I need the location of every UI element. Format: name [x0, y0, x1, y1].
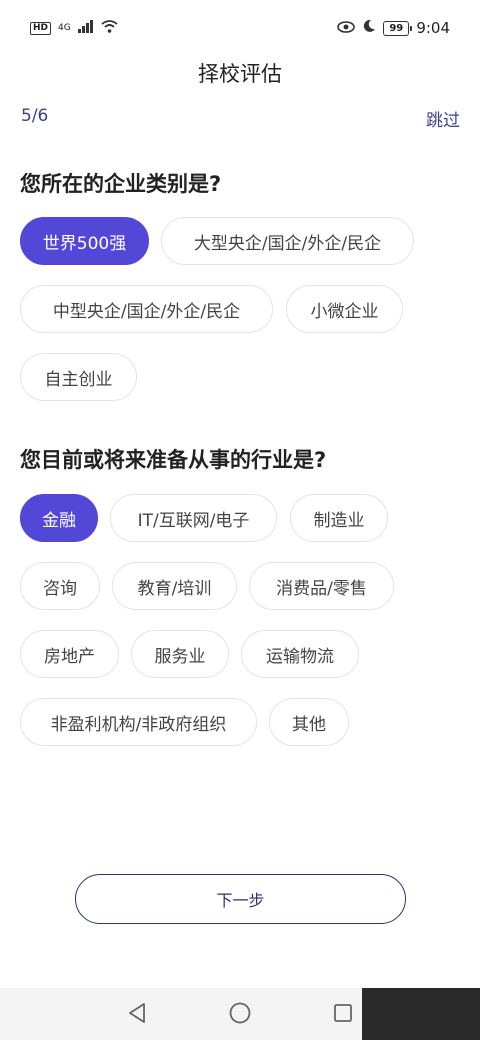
option-chip[interactable]: 房地产 [20, 630, 119, 678]
option-chip[interactable]: 服务业 [131, 630, 229, 678]
question-company-type: 您所在的企业类别是? [20, 172, 222, 196]
wifi-icon [101, 19, 118, 37]
option-chip[interactable]: 大型央企/国企/外企/民企 [161, 217, 414, 265]
option-chip[interactable]: 教育/培训 [112, 562, 237, 610]
option-chip[interactable]: 消费品/零售 [249, 562, 394, 610]
back-triangle-icon[interactable] [124, 1000, 150, 1026]
option-chip[interactable]: 制造业 [290, 494, 388, 542]
option-chip[interactable]: IT/互联网/电子 [110, 494, 277, 542]
option-chip[interactable]: 其他 [269, 698, 349, 746]
moon-icon [362, 19, 376, 37]
status-left: HD 4G [30, 19, 118, 37]
battery-icon: 99 [383, 20, 413, 36]
watermark-overlay [362, 988, 480, 1040]
recent-apps-square-icon[interactable] [330, 1000, 356, 1026]
page-title: 择校评估 [198, 62, 282, 86]
eye-icon [337, 19, 356, 37]
hd-badge: HD [30, 21, 52, 35]
network-type: 4G [58, 22, 71, 33]
home-circle-icon[interactable] [227, 1000, 253, 1026]
option-chip-selected[interactable]: 金融 [20, 494, 98, 542]
question-industry: 您目前或将来准备从事的行业是? [20, 448, 327, 472]
next-step-button[interactable]: 下一步 [75, 874, 406, 924]
option-chip[interactable]: 运输物流 [241, 630, 359, 678]
status-bar: HD 4G 99 9:04 [0, 0, 480, 56]
option-chip[interactable]: 咨询 [20, 562, 100, 610]
clock: 9:04 [416, 19, 450, 37]
screen: HD 4G 99 9:04 择校评估 5/6 跳过 您所在的企业类别是? 世界5… [0, 0, 480, 1040]
option-chip[interactable]: 中型央企/国企/外企/民企 [20, 285, 273, 333]
option-chip[interactable]: 小微企业 [286, 285, 403, 333]
status-right: 99 9:04 [337, 19, 450, 37]
skip-button[interactable]: 跳过 [426, 106, 460, 131]
option-chip-selected[interactable]: 世界500强 [20, 217, 149, 265]
option-chip[interactable]: 非盈利机构/非政府组织 [20, 698, 257, 746]
option-chip[interactable]: 自主创业 [20, 353, 137, 401]
progress-indicator: 5/6 [21, 106, 49, 126]
signal-icon [77, 19, 94, 37]
